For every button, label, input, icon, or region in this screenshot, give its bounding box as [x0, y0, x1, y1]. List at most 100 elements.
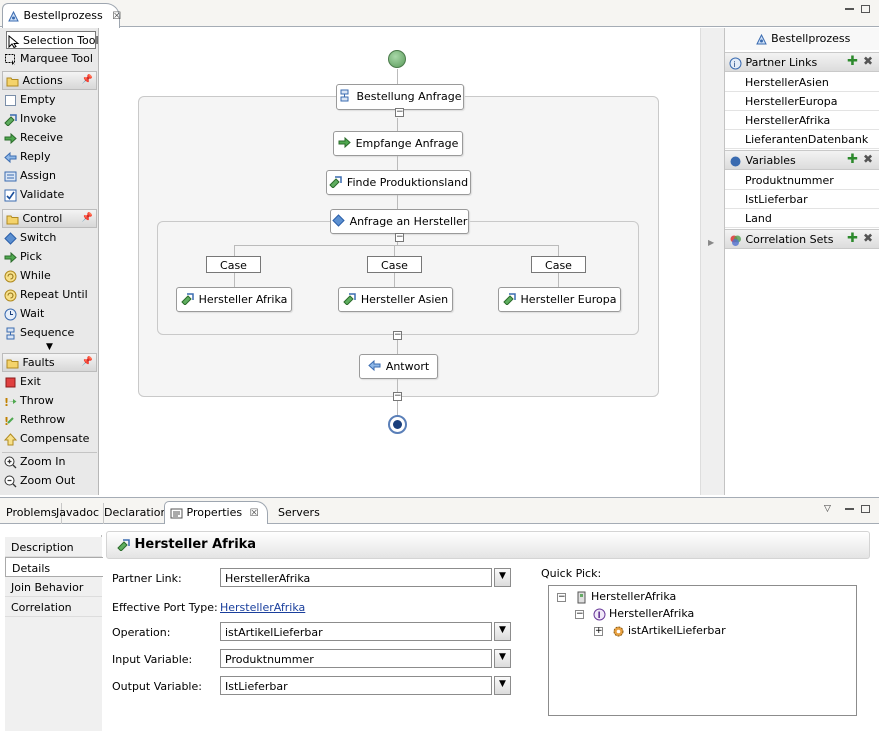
input-variable-combo[interactable]: Produktnummer	[220, 649, 492, 668]
end-node[interactable]	[388, 415, 407, 434]
start-node[interactable]	[388, 50, 406, 68]
nav-description[interactable]: Description	[5, 537, 102, 557]
collapse-icon[interactable]: −	[575, 609, 584, 619]
partner-link-label: Partner Link:	[112, 572, 182, 585]
palette-reply[interactable]: Reply	[4, 148, 50, 166]
editor-tab[interactable]: Bestellprozess ☒	[2, 3, 121, 28]
tab-servers[interactable]: Servers	[274, 503, 324, 524]
outline-title[interactable]: Bestellprozess	[725, 28, 879, 50]
dropdown-arrow-icon[interactable]: ▼	[494, 622, 511, 641]
activity-hersteller-asien[interactable]: Hersteller Asien	[338, 287, 453, 312]
nav-details[interactable]: Details	[5, 557, 103, 577]
invoke-icon	[329, 175, 342, 189]
partner-link-item[interactable]: HerstellerAfrika	[725, 111, 879, 130]
activity-antwort[interactable]: Antwort	[359, 354, 438, 379]
operation-combo[interactable]: istArtikelLieferbar	[220, 622, 492, 641]
palette-validate[interactable]: Validate	[4, 186, 64, 204]
delete-icon[interactable]: ✖	[863, 232, 873, 245]
add-icon[interactable]: ✚	[847, 232, 858, 245]
actions-drawer[interactable]: Actions 📌	[2, 71, 97, 90]
variable-item[interactable]: Produktnummer	[725, 171, 879, 190]
pin-icon[interactable]: 📌	[82, 75, 93, 85]
palette-throw[interactable]: ! Throw	[4, 392, 54, 410]
variable-item[interactable]: Land	[725, 209, 879, 228]
activity-anfrage-an-hersteller[interactable]: Anfrage an Hersteller	[330, 209, 469, 234]
close-icon[interactable]: ☒	[112, 11, 121, 22]
faults-drawer[interactable]: Faults 📌	[2, 353, 97, 372]
palette-rethrow[interactable]: ! Rethrow	[4, 411, 65, 429]
variables-section[interactable]: Variables ✚ ✖	[725, 150, 879, 170]
palette-receive[interactable]: Receive	[4, 129, 63, 147]
tree-node-port-type[interactable]: − I HerstellerAfrika	[575, 607, 694, 621]
palette-empty[interactable]: Empty	[4, 91, 55, 109]
collapse-icon[interactable]: −	[393, 331, 402, 340]
tab-properties[interactable]: Properties ☒	[164, 501, 268, 525]
variable-item[interactable]: IstLieferbar	[725, 190, 879, 209]
compensate-icon	[3, 432, 18, 446]
add-icon[interactable]: ✚	[847, 55, 858, 68]
tab-declaration[interactable]: Declaration	[100, 503, 173, 524]
expand-icon[interactable]: +	[594, 626, 603, 636]
close-icon[interactable]: ☒	[250, 508, 259, 519]
delete-icon[interactable]: ✖	[863, 153, 873, 166]
maximize-icon[interactable]	[861, 505, 870, 513]
palette-pick[interactable]: Pick	[4, 248, 42, 266]
palette-compensate[interactable]: Compensate	[3, 430, 89, 448]
activity-hersteller-afrika[interactable]: Hersteller Afrika	[176, 287, 292, 312]
palette-assign[interactable]: Assign	[4, 167, 56, 185]
collapse-icon[interactable]: −	[395, 233, 404, 242]
minimize-icon[interactable]	[845, 507, 854, 510]
correlation-sets-section[interactable]: Correlation Sets ✚ ✖	[725, 229, 879, 249]
process-canvas[interactable]: Bestellung Anfrage − Empfange Anfrage Fi…	[100, 28, 700, 495]
pin-icon[interactable]: 📌	[82, 357, 93, 367]
partner-link-item[interactable]: LieferantenDatenbank	[725, 130, 879, 149]
palette-switch[interactable]: Switch	[4, 229, 56, 247]
partner-links-section[interactable]: i Partner Links ✚ ✖	[725, 52, 879, 72]
selection-tool[interactable]: Selection Tool	[6, 31, 99, 49]
collapse-icon[interactable]: −	[395, 108, 404, 117]
output-variable-combo[interactable]: IstLieferbar	[220, 676, 492, 695]
connector	[394, 273, 395, 287]
maximize-icon[interactable]	[861, 5, 870, 13]
palette-invoke[interactable]: Invoke	[4, 110, 56, 128]
palette-sequence[interactable]: Sequence	[4, 324, 74, 342]
port-type-link[interactable]: HerstellerAfrika	[220, 601, 305, 614]
minimize-icon[interactable]	[845, 7, 854, 10]
pin-icon[interactable]: 📌	[82, 213, 93, 223]
scroll-down-icon[interactable]: ▼	[46, 342, 53, 352]
control-drawer[interactable]: Control 📌	[2, 209, 97, 228]
tree-node-operation[interactable]: + istArtikelLieferbar	[594, 624, 726, 638]
process-outline: Bestellprozess i Partner Links ✚ ✖ Herste…	[724, 28, 879, 495]
palette-wait[interactable]: Wait	[4, 305, 44, 323]
collapse-icon[interactable]: −	[393, 392, 402, 401]
delete-icon[interactable]: ✖	[863, 55, 873, 68]
tree-node-partner-link[interactable]: − HerstellerAfrika	[557, 590, 676, 604]
tab-javadoc[interactable]: Javadoc	[52, 503, 104, 524]
palette-repeat-until[interactable]: Repeat Until	[4, 286, 88, 304]
view-menu-icon[interactable]: ▽	[824, 504, 831, 514]
expand-arrow-icon[interactable]: ▶	[708, 238, 714, 247]
case-label[interactable]: Case	[531, 256, 586, 273]
case-label[interactable]: Case	[206, 256, 261, 273]
quick-pick-tree[interactable]: − HerstellerAfrika − I HerstellerAfrika …	[548, 585, 857, 716]
activity-empfange-anfrage[interactable]: Empfange Anfrage	[333, 131, 463, 156]
partner-link-combo[interactable]: HerstellerAfrika	[220, 568, 492, 587]
add-icon[interactable]: ✚	[847, 153, 858, 166]
case-label[interactable]: Case	[367, 256, 422, 273]
palette-while[interactable]: While	[4, 267, 51, 285]
nav-join-behavior[interactable]: Join Behavior	[5, 577, 102, 597]
marquee-tool[interactable]: Marquee Tool	[4, 50, 93, 68]
dropdown-arrow-icon[interactable]: ▼	[494, 676, 511, 695]
palette-zoom-out[interactable]: Zoom Out	[4, 472, 75, 490]
activity-finde-produktionsland[interactable]: Finde Produktionsland	[326, 170, 471, 195]
partner-link-item[interactable]: HerstellerAsien	[725, 73, 879, 92]
collapse-icon[interactable]: −	[557, 592, 566, 602]
dropdown-arrow-icon[interactable]: ▼	[494, 568, 511, 587]
nav-correlation[interactable]: Correlation	[5, 597, 102, 617]
palette-exit[interactable]: Exit	[4, 373, 41, 391]
dropdown-arrow-icon[interactable]: ▼	[494, 649, 511, 668]
activity-hersteller-europa[interactable]: Hersteller Europa	[498, 287, 621, 312]
partner-link-item[interactable]: HerstellerEuropa	[725, 92, 879, 111]
palette-zoom-in[interactable]: Zoom In	[4, 453, 65, 471]
splitter[interactable]: ▶	[700, 28, 724, 495]
